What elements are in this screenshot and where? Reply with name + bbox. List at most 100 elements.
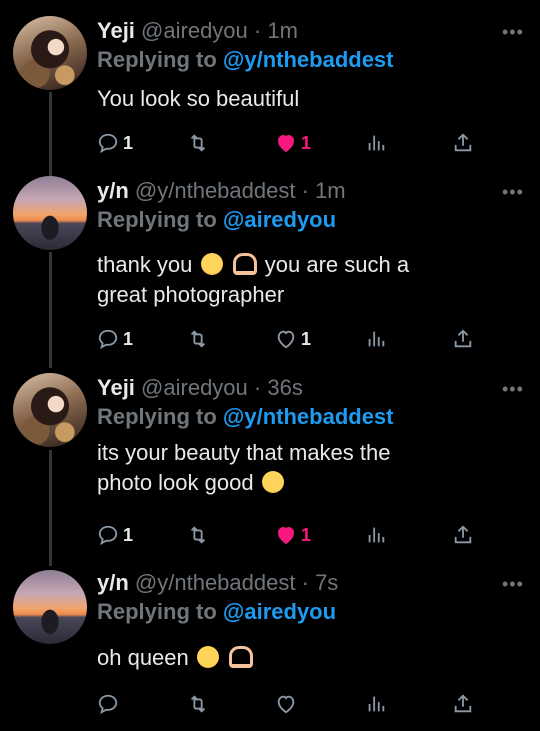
replying-label: Replying to bbox=[97, 599, 217, 624]
replying-label: Replying to bbox=[97, 404, 217, 429]
retweet-icon bbox=[190, 134, 206, 152]
retweet-button[interactable] bbox=[187, 130, 209, 156]
heart-icon bbox=[277, 134, 295, 153]
tweet[interactable]: Yeji @airedyou · 1m ••• Replying to @y/n… bbox=[0, 0, 540, 170]
action-bar: 1 1 bbox=[97, 522, 497, 548]
reply-button[interactable]: 1 bbox=[97, 130, 133, 156]
reply-icon bbox=[98, 694, 118, 715]
shushing-face-emoji-icon bbox=[261, 471, 284, 493]
action-bar: 1 1 bbox=[97, 326, 497, 352]
separator: · bbox=[301, 178, 309, 203]
tweet-text: its your beauty that makes the photo loo… bbox=[97, 438, 517, 498]
tweet-text: oh queen bbox=[97, 643, 517, 673]
reply-button[interactable]: 1 bbox=[97, 326, 133, 352]
display-name[interactable]: y/n bbox=[97, 178, 129, 203]
avatar[interactable] bbox=[13, 570, 87, 644]
reply-button[interactable] bbox=[97, 691, 119, 717]
views-button[interactable] bbox=[365, 326, 387, 352]
action-bar bbox=[97, 691, 497, 717]
more-icon[interactable]: ••• bbox=[502, 379, 524, 400]
reply-count: 1 bbox=[123, 328, 134, 349]
replying-mention[interactable]: @y/nthebaddest bbox=[223, 47, 394, 72]
retweet-button[interactable] bbox=[187, 522, 209, 548]
avatar[interactable] bbox=[13, 176, 87, 250]
tweet-text-part: great photographer bbox=[97, 282, 285, 307]
like-button[interactable]: 1 bbox=[275, 326, 311, 352]
tweet[interactable]: Yeji @airedyou · 36s ••• Replying to @y/… bbox=[0, 365, 540, 565]
retweet-button[interactable] bbox=[187, 691, 209, 717]
heart-hands-emoji-icon bbox=[229, 646, 254, 668]
more-icon[interactable]: ••• bbox=[502, 22, 524, 43]
heart-icon bbox=[277, 526, 295, 545]
separator: · bbox=[301, 570, 309, 595]
tweet-text-part: its your beauty that makes the bbox=[97, 440, 391, 465]
display-name[interactable]: Yeji bbox=[97, 375, 135, 400]
tweet-text-part: thank you bbox=[97, 252, 193, 277]
more-icon[interactable]: ••• bbox=[502, 574, 524, 595]
heart-icon bbox=[277, 330, 295, 349]
avatar[interactable] bbox=[13, 16, 87, 90]
timestamp[interactable]: 36s bbox=[267, 375, 302, 400]
retweet-button[interactable] bbox=[187, 326, 209, 352]
tweet-text-part: oh queen bbox=[97, 645, 189, 670]
analytics-icon bbox=[368, 527, 385, 543]
replying-mention[interactable]: @airedyou bbox=[223, 599, 336, 624]
reply-icon bbox=[98, 133, 118, 154]
display-name[interactable]: Yeji bbox=[97, 18, 135, 43]
share-icon bbox=[454, 329, 472, 348]
retweet-icon bbox=[190, 330, 206, 348]
analytics-icon bbox=[368, 696, 385, 712]
like-count: 1 bbox=[301, 132, 312, 153]
share-button[interactable] bbox=[452, 691, 474, 717]
like-count: 1 bbox=[301, 328, 312, 349]
display-name[interactable]: y/n bbox=[97, 570, 129, 595]
tweet-text-part: photo look good bbox=[97, 470, 254, 495]
like-count: 1 bbox=[301, 524, 312, 545]
handle[interactable]: @y/nthebaddest bbox=[135, 570, 296, 595]
more-icon[interactable]: ••• bbox=[502, 182, 524, 203]
weary-face-emoji-icon bbox=[196, 646, 219, 668]
views-button[interactable] bbox=[365, 130, 387, 156]
share-icon bbox=[454, 133, 472, 152]
timestamp[interactable]: 1m bbox=[315, 178, 346, 203]
like-button[interactable]: 1 bbox=[275, 130, 311, 156]
tweet-text: thank you you are such a great photograp… bbox=[97, 250, 517, 310]
handle[interactable]: @y/nthebaddest bbox=[135, 178, 296, 203]
reply-icon bbox=[98, 329, 118, 350]
share-icon bbox=[454, 525, 472, 544]
reply-icon bbox=[98, 525, 118, 546]
retweet-icon bbox=[190, 695, 206, 713]
timestamp[interactable]: 7s bbox=[315, 570, 338, 595]
replying-mention[interactable]: @y/nthebaddest bbox=[223, 404, 394, 429]
separator: · bbox=[253, 18, 262, 43]
handle[interactable]: @airedyou bbox=[141, 375, 248, 400]
like-button[interactable] bbox=[275, 691, 297, 717]
reply-count: 1 bbox=[123, 524, 134, 545]
share-button[interactable] bbox=[452, 522, 474, 548]
reply-count: 1 bbox=[123, 132, 134, 153]
views-button[interactable] bbox=[365, 522, 387, 548]
views-button[interactable] bbox=[365, 691, 387, 717]
heart-icon bbox=[277, 695, 295, 714]
heart-hands-emoji-icon bbox=[232, 253, 257, 275]
analytics-icon bbox=[368, 135, 385, 151]
share-icon bbox=[454, 694, 472, 713]
action-bar: 1 1 bbox=[97, 130, 497, 156]
reply-button[interactable]: 1 bbox=[97, 522, 133, 548]
analytics-icon bbox=[368, 331, 385, 347]
share-button[interactable] bbox=[452, 326, 474, 352]
separator: · bbox=[253, 375, 262, 400]
handle[interactable]: @airedyou bbox=[141, 18, 248, 43]
replying-label: Replying to bbox=[97, 47, 217, 72]
tweet[interactable]: y/n @y/nthebaddest · 1m ••• Replying to … bbox=[0, 170, 540, 365]
annoyed-face-emoji-icon bbox=[200, 253, 223, 275]
retweet-icon bbox=[190, 526, 206, 544]
replying-mention[interactable]: @airedyou bbox=[223, 207, 336, 232]
timestamp[interactable]: 1m bbox=[267, 18, 298, 43]
like-button[interactable]: 1 bbox=[275, 522, 311, 548]
avatar[interactable] bbox=[13, 373, 87, 447]
share-button[interactable] bbox=[452, 130, 474, 156]
replying-label: Replying to bbox=[97, 207, 217, 232]
tweet[interactable]: y/n @y/nthebaddest · 7s ••• Replying to … bbox=[0, 565, 540, 731]
tweet-text-part: you are such a bbox=[264, 252, 410, 277]
